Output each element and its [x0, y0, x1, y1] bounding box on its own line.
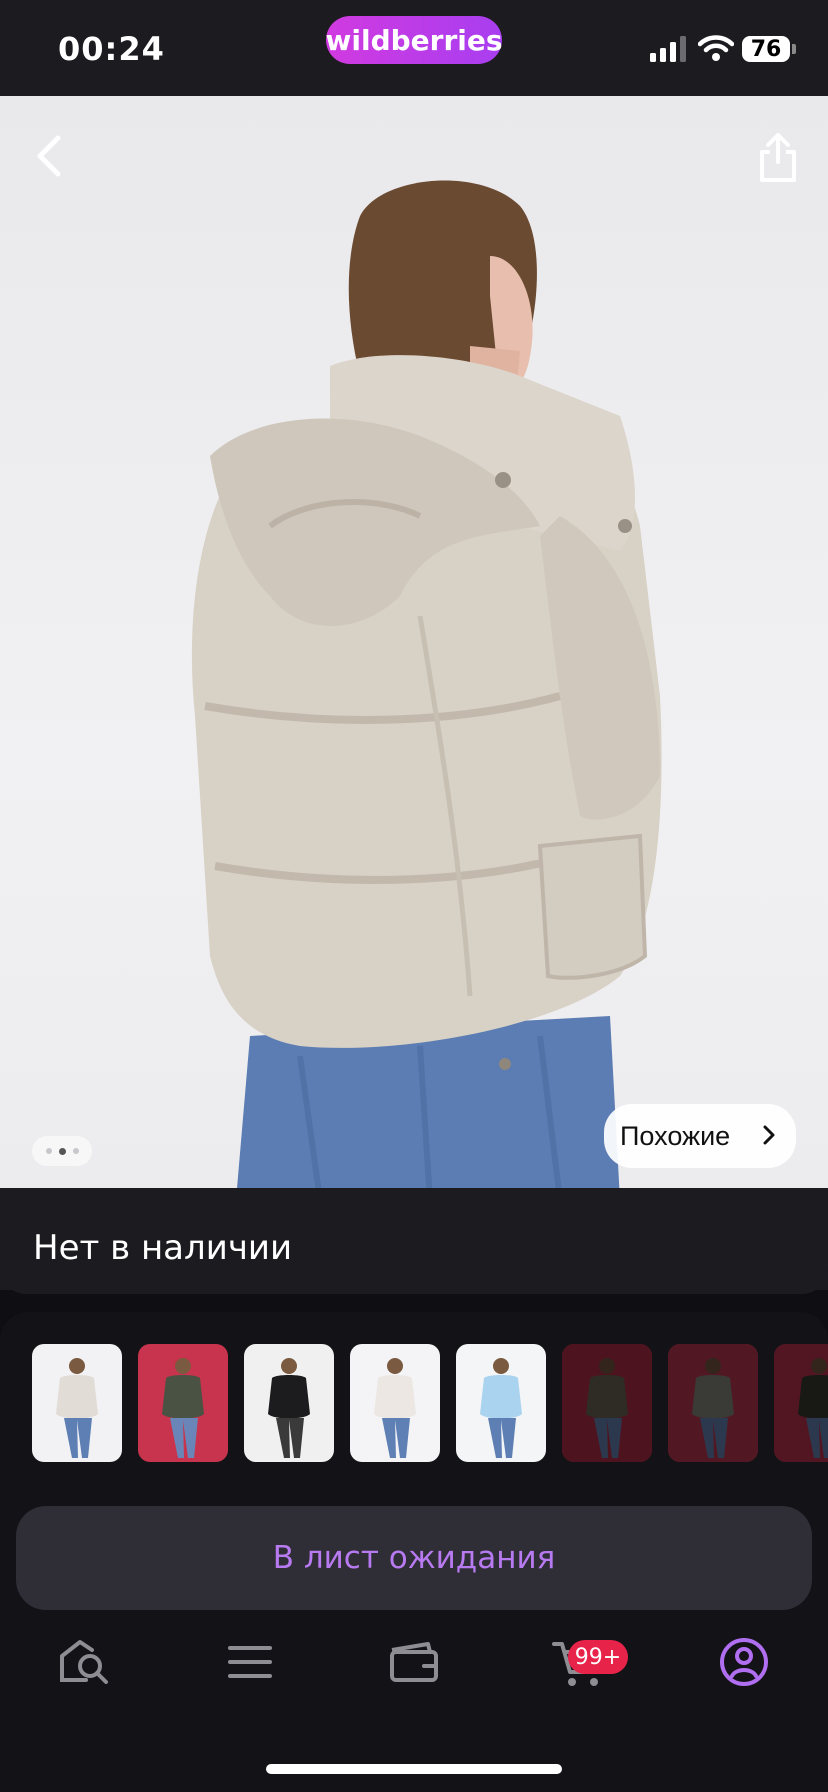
cellular-signal-icon	[650, 36, 686, 62]
similar-label: Похожие	[620, 1120, 731, 1151]
product-photo[interactable]: Похожие	[0, 96, 828, 1200]
photo-pager	[32, 1136, 92, 1166]
wallet-icon[interactable]	[382, 1630, 446, 1694]
thumbnail-khaki-long-jacket[interactable]	[562, 1344, 652, 1462]
menu-icon[interactable]	[218, 1630, 282, 1694]
waitlist-button[interactable]: В лист ожидания	[16, 1506, 812, 1610]
product-image	[191, 180, 662, 1200]
thumbnail-black-jacket[interactable]	[244, 1344, 334, 1462]
wifi-icon	[698, 35, 734, 61]
clock: 00:24	[58, 30, 165, 68]
availability-panel: Нет в наличии	[0, 1188, 828, 1294]
pager-dot	[72, 1148, 79, 1154]
color-variants	[0, 1344, 828, 1464]
home-indicator	[266, 1764, 562, 1774]
pager-dot-active	[58, 1147, 66, 1155]
thumbnail-beige-jacket[interactable]	[32, 1344, 122, 1462]
thumbnail-grey-long-jacket[interactable]	[668, 1344, 758, 1462]
thumbnail-light-blue-jacket[interactable]	[456, 1344, 546, 1462]
search-home-icon[interactable]	[52, 1630, 116, 1694]
similar-button[interactable]: Похожие	[604, 1104, 796, 1168]
brand-logo[interactable]: wildberries	[326, 16, 503, 64]
chevron-right-icon	[763, 1125, 775, 1145]
cart-badge: 99+	[568, 1640, 628, 1674]
thumbnail-dark-long-jacket[interactable]	[774, 1344, 828, 1462]
tab-bar	[0, 1630, 828, 1720]
thumbnail-olive-long-jacket[interactable]	[138, 1344, 228, 1462]
profile-icon[interactable]	[712, 1630, 776, 1694]
availability-status: Нет в наличии	[33, 1228, 293, 1268]
battery-tip	[792, 44, 796, 54]
share-icon[interactable]	[756, 132, 800, 184]
status-bar: 00:24 wildberries 76	[0, 0, 828, 96]
battery-level: 76	[742, 36, 790, 62]
back-icon[interactable]	[30, 134, 74, 178]
thumbnail-cream-jacket[interactable]	[350, 1344, 440, 1462]
pager-dot	[45, 1148, 52, 1154]
